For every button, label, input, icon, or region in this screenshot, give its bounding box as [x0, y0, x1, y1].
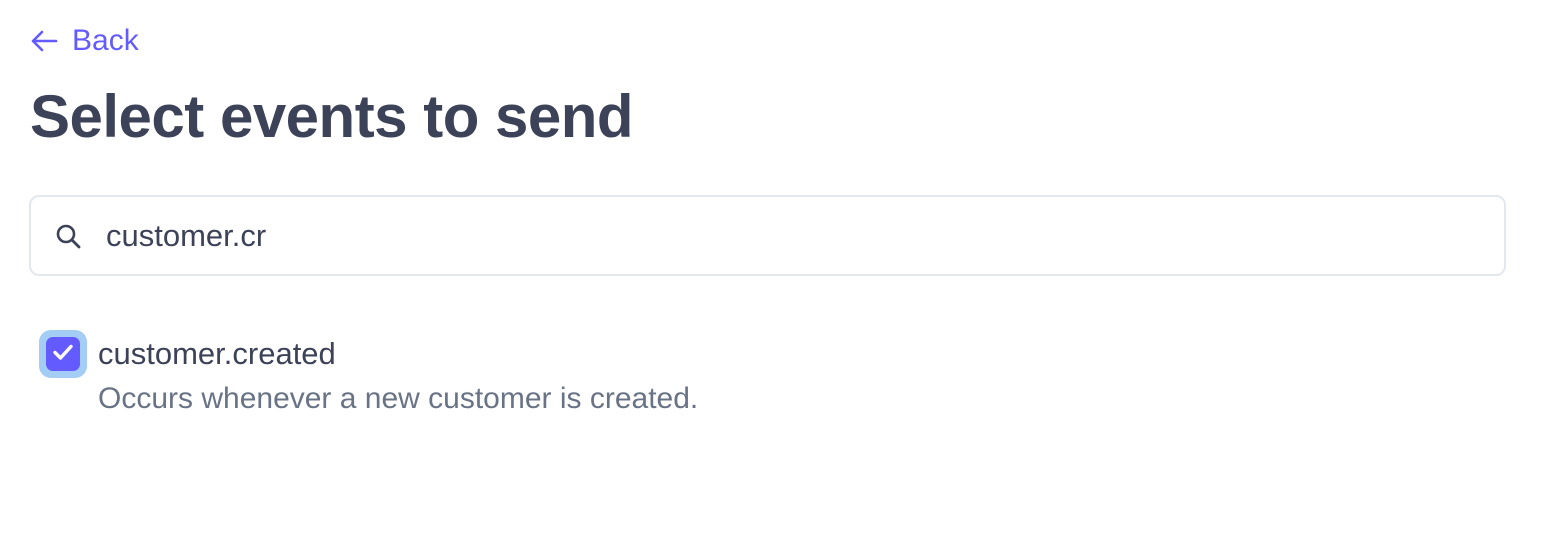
search-box[interactable]	[29, 195, 1506, 276]
event-item-customer-created[interactable]: customer.created Occurs whenever a new c…	[39, 330, 698, 417]
search-input[interactable]	[106, 217, 1406, 254]
back-link[interactable]: Back	[30, 24, 139, 58]
arrow-left-icon	[30, 29, 58, 53]
event-checkbox[interactable]	[39, 330, 87, 378]
back-label: Back	[72, 24, 139, 57]
checkbox-checked	[46, 337, 80, 371]
event-description: Occurs whenever a new customer is create…	[98, 382, 699, 415]
search-icon	[54, 222, 82, 250]
event-text: customer.created Occurs whenever a new c…	[98, 336, 698, 417]
checkmark-icon	[52, 343, 74, 366]
page: Back Select events to send customer.crea…	[0, 0, 1562, 552]
page-title: Select events to send	[30, 83, 634, 150]
event-name: customer.created	[98, 336, 336, 371]
